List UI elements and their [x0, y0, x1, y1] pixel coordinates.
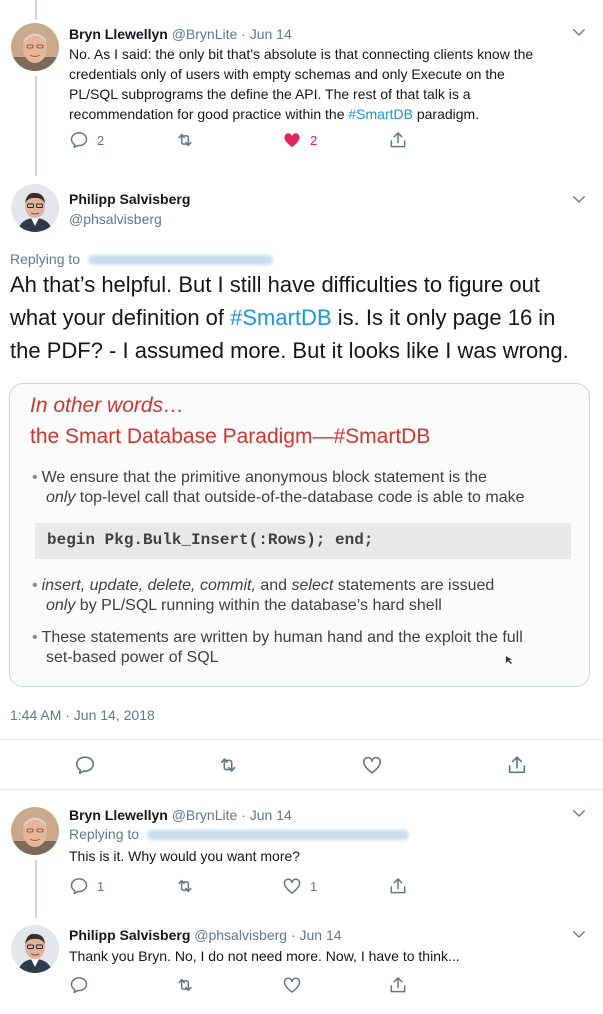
retweet-icon [175, 130, 195, 150]
like-button[interactable] [361, 755, 383, 775]
tweet-header: Philipp Salvisberg @phsalvisberg [69, 190, 190, 228]
reply-count: 1 [97, 878, 105, 894]
thread-line [35, 76, 37, 176]
reply-icon [69, 130, 89, 150]
reply-icon [69, 975, 89, 995]
slide-bullet-3: • These statements are written by human h… [32, 629, 523, 666]
like-button[interactable]: 1 [282, 876, 317, 896]
tweet-timestamp[interactable]: 1:44 AM · Jun 14, 2018 [10, 707, 155, 723]
attached-image-slide[interactable]: In other words… the Smart Database Parad… [9, 383, 590, 687]
reply-button[interactable] [69, 975, 89, 995]
hashtag-link[interactable]: #SmartDB [230, 305, 331, 330]
slide-title-2: the Smart Database Paradigm—#SmartDB [30, 425, 431, 448]
tweet-text: Thank you Bryn. No, I do not need more. … [69, 948, 460, 964]
slide-code-block: begin Pkg.Bulk_Insert(:Rows); end; [35, 523, 571, 559]
like-icon [282, 130, 302, 150]
author-name[interactable]: Bryn Llewellyn [69, 807, 168, 823]
like-count: 2 [310, 132, 318, 148]
like-icon [282, 975, 302, 995]
reply-button[interactable]: 2 [69, 130, 104, 150]
author-handle[interactable]: @BrynLite · Jun 14 [172, 807, 292, 823]
share-icon [388, 975, 408, 995]
share-button[interactable] [388, 975, 408, 995]
reply-icon [69, 876, 89, 896]
share-icon [506, 754, 528, 776]
reply-button[interactable]: 1 [69, 876, 104, 896]
retweet-button[interactable] [175, 876, 195, 896]
reply-count: 2 [97, 132, 105, 148]
reply-button[interactable] [74, 755, 96, 775]
author-handle[interactable]: @BrynLite · Jun 14 [172, 26, 292, 42]
tweet-header: Bryn Llewellyn @BrynLite · Jun 14 [69, 25, 292, 43]
tweet-text: Ah that’s helpful. But I still have diff… [10, 272, 569, 363]
replying-to-handles[interactable] [146, 830, 409, 841]
replying-to: Replying to [69, 826, 409, 842]
like-icon [282, 876, 302, 896]
thread-line [35, 860, 37, 918]
retweet-icon [217, 754, 239, 776]
reply-icon [74, 754, 96, 776]
replying-to-handles[interactable] [87, 255, 273, 266]
avatar-philipp[interactable] [11, 184, 59, 232]
chevron-down-icon[interactable] [570, 804, 588, 822]
author-name[interactable]: Philipp Salvisberg [69, 190, 190, 208]
like-count: 1 [310, 878, 318, 894]
divider [0, 789, 603, 790]
slide-bullet-2: • insert, update, delete, commit, and sel… [32, 577, 495, 614]
like-icon [361, 754, 383, 776]
hashtag-link[interactable]: #SmartDB [348, 106, 413, 122]
like-button[interactable]: 2 [282, 130, 317, 150]
author-name[interactable]: Philipp Salvisberg [69, 927, 190, 943]
replying-to: Replying to [10, 251, 273, 267]
share-button[interactable] [506, 755, 528, 775]
retweet-icon [175, 876, 195, 896]
chevron-down-icon[interactable] [570, 925, 588, 943]
share-button[interactable] [388, 876, 408, 896]
slide-bullet-1: • We ensure that the primitive anonymous … [32, 469, 525, 506]
share-icon [388, 876, 408, 896]
retweet-icon [175, 975, 195, 995]
tweet-text: No. As I said: the only bit that's absol… [69, 46, 534, 122]
retweet-button[interactable] [175, 130, 195, 150]
divider [0, 739, 603, 740]
share-icon [388, 130, 408, 150]
share-button[interactable] [388, 130, 408, 150]
cursor-mark [506, 656, 512, 664]
tweet-text: This is it. Why would you want more? [69, 848, 301, 864]
avatar-philipp[interactable] [11, 925, 59, 973]
tweet-header: Philipp Salvisberg @phsalvisberg · Jun 1… [69, 926, 342, 944]
chevron-down-icon[interactable] [570, 23, 588, 41]
author-handle[interactable]: @phsalvisberg · Jun 14 [194, 927, 341, 943]
retweet-button[interactable] [217, 755, 239, 775]
tweet-header: Bryn Llewellyn @BrynLite · Jun 14 [69, 806, 292, 824]
thread-line [35, 0, 37, 20]
chevron-down-icon[interactable] [570, 190, 588, 208]
author-handle[interactable]: @phsalvisberg [69, 210, 190, 228]
slide-title-1: In other words… [30, 394, 185, 417]
retweet-button[interactable] [175, 975, 195, 995]
avatar-bryn[interactable] [11, 23, 59, 71]
like-button[interactable] [282, 975, 302, 995]
author-name[interactable]: Bryn Llewellyn [69, 26, 168, 42]
avatar-bryn[interactable] [11, 807, 59, 855]
